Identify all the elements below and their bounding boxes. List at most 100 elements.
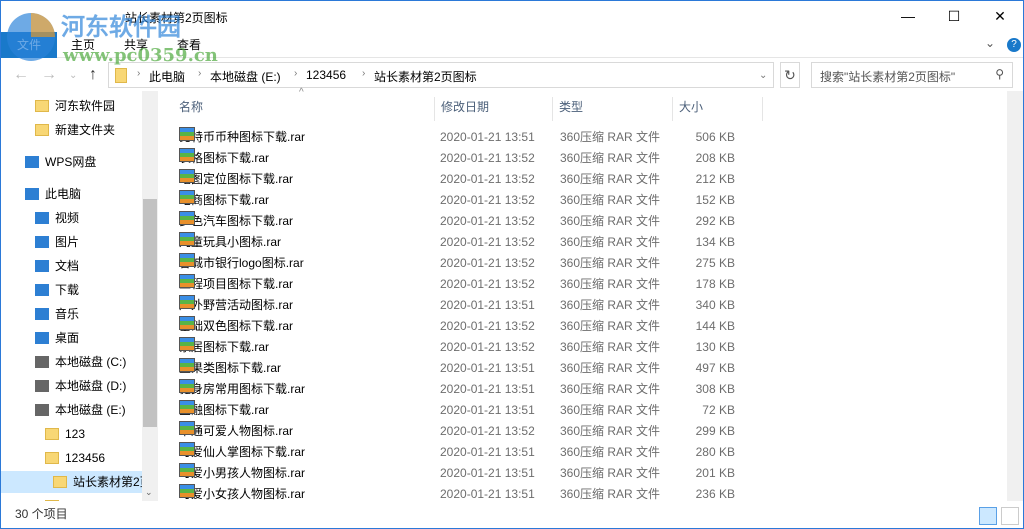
quick-access-icons[interactable] (11, 9, 111, 25)
file-row[interactable]: 家居图标下载.rar 2020-01-21 13:52 360压缩 RAR 文件 13… (175, 337, 775, 358)
address-dropdown-icon[interactable]: ⌄ (759, 70, 767, 81)
window-title: 站长素材第2页图标 (125, 11, 228, 25)
folder-icon (115, 68, 127, 83)
file-row[interactable]: 各城市银行logo图标.rar 2020-01-21 13:52 360压缩 RAR… (175, 253, 775, 274)
file-row[interactable]: 健身房常用图标下载.rar 2020-01-21 13:51 360压缩 RAR 文… (175, 379, 775, 400)
file-row[interactable]: 多色汽车图标下载.rar 2020-01-21 13:52 360压缩 RAR 文件… (175, 211, 775, 232)
file-row[interactable]: 可爱小男孩人物图标.rar 2020-01-21 13:51 360压缩 RAR 文… (175, 463, 775, 484)
file-row[interactable]: 儿童玩具小图标.rar 2020-01-21 13:52 360压缩 RAR 文件 1… (175, 232, 775, 253)
refresh-button[interactable]: ↻ (780, 62, 800, 88)
navigation-scrollbar[interactable]: ⌄ (142, 91, 158, 501)
scroll-down-icon[interactable]: ⌄ (145, 487, 153, 498)
file-row[interactable]: 卡通可爱人物图标.rar 2020-01-21 13:52 360压缩 RAR 文件… (175, 421, 775, 442)
sidebar-item[interactable]: 本地磁盘 (D:) (35, 375, 126, 397)
file-row[interactable]: 表格图标下载.rar 2020-01-21 13:52 360压缩 RAR 文件 20… (175, 148, 775, 169)
file-name-text: 比特币币种图标下载.rar (179, 130, 306, 144)
file-size: 130 KB (695, 340, 735, 354)
file-modified: 2020-01-21 13:52 (440, 256, 535, 270)
file-size: 72 KB (702, 403, 735, 417)
large-icons-view-button[interactable] (1001, 507, 1019, 525)
file-row[interactable]: 可爱小女孩人物图标.rar 2020-01-21 13:51 360压缩 RAR 文… (175, 484, 775, 505)
breadcrumb-this-pc[interactable]: 此电脑 (149, 68, 185, 85)
file-name-text: 卡通可爱人物图标.rar (179, 424, 294, 438)
rar-archive-icon (179, 337, 195, 351)
column-name[interactable]: 名称 (173, 97, 435, 121)
sidebar-item-label: 123456 (65, 451, 106, 465)
status-item-count: 30 个项目 (15, 507, 68, 521)
close-button[interactable]: ✕ (977, 1, 1023, 32)
file-list-scrollbar[interactable] (1007, 91, 1023, 501)
up-button[interactable]: ↑ (89, 66, 97, 84)
back-button[interactable]: ← (13, 66, 29, 84)
rar-archive-icon (179, 253, 195, 267)
tab-share[interactable]: 共享 (124, 36, 148, 53)
file-modified: 2020-01-21 13:51 (440, 445, 535, 459)
file-row[interactable]: 金融图标下载.rar 2020-01-21 13:51 360压缩 RAR 文件 72… (175, 400, 775, 421)
sidebar-item[interactable]: onzhong (45, 495, 111, 501)
file-row[interactable]: 可爱仙人掌图标下载.rar 2020-01-21 13:51 360压缩 RAR 文… (175, 442, 775, 463)
file-list: ^ 名称 修改日期 类型 大小 比特币币种图标下载.rar 2020-01-21 … (161, 87, 1006, 501)
sidebar-item[interactable]: 站长素材第2页图标 (1, 471, 158, 493)
maximize-button[interactable]: ☐ (931, 1, 977, 32)
file-type: 360压缩 RAR 文件 (560, 172, 661, 186)
address-bar[interactable]: › 此电脑 › 本地磁盘 (E:) › 123456 › 站长素材第2页图标 ⌄ (108, 62, 774, 88)
folder-icon (35, 100, 49, 112)
sidebar-item[interactable]: WPS网盘 (25, 151, 96, 173)
file-type: 360压缩 RAR 文件 (560, 193, 661, 207)
file-row[interactable]: 电商图标下载.rar 2020-01-21 13:52 360压缩 RAR 文件 15… (175, 190, 775, 211)
search-input[interactable]: 搜索"站长素材第2页图标" ⚲ (811, 62, 1013, 88)
sidebar-item[interactable]: 河东软件园 (35, 95, 115, 117)
recent-dropdown-icon[interactable]: ⌄ (69, 70, 77, 81)
column-size[interactable]: 大小 (673, 97, 763, 121)
file-row[interactable]: 基础双色图标下载.rar 2020-01-21 13:52 360压缩 RAR 文件… (175, 316, 775, 337)
rar-archive-icon (179, 274, 195, 288)
forward-button[interactable]: → (41, 66, 57, 84)
file-size: 178 KB (695, 277, 735, 291)
tab-file[interactable]: 文件 (1, 32, 57, 58)
sidebar-item[interactable]: 本地磁盘 (C:) (35, 351, 126, 373)
sidebar-item[interactable]: 123 (45, 423, 85, 445)
folder-icon (45, 452, 59, 464)
sidebar-item[interactable]: 下载 (35, 279, 79, 301)
sidebar-item[interactable]: 桌面 (35, 327, 79, 349)
sidebar-item[interactable]: 音乐 (35, 303, 79, 325)
file-row[interactable]: 户外野营活动图标.rar 2020-01-21 13:51 360压缩 RAR 文件… (175, 295, 775, 316)
column-modified[interactable]: 修改日期 (435, 97, 553, 121)
expand-ribbon-icon[interactable]: ⌄ (985, 36, 995, 50)
file-row[interactable]: 坚果类图标下载.rar 2020-01-21 13:51 360压缩 RAR 文件 4… (175, 358, 775, 379)
breadcrumb-drive-e[interactable]: 本地磁盘 (E:) (210, 68, 281, 85)
file-name: 可爱小女孩人物图标.rar (179, 484, 305, 505)
file-row[interactable]: 地图定位图标下载.rar 2020-01-21 13:52 360压缩 RAR 文件… (175, 169, 775, 190)
music-icon (35, 308, 49, 320)
minimize-button[interactable]: — (885, 1, 931, 32)
file-name-text: 可爱小男孩人物图标.rar (179, 466, 306, 480)
folder-icon (53, 476, 67, 488)
rar-archive-icon (179, 295, 195, 309)
rar-archive-icon (179, 127, 195, 141)
file-name: 表格图标下载.rar (179, 148, 269, 169)
file-size: 212 KB (695, 172, 735, 186)
sidebar-item[interactable]: 本地磁盘 (E:) (35, 399, 126, 421)
breadcrumb-current[interactable]: 站长素材第2页图标 (374, 68, 477, 85)
details-view-button[interactable] (979, 507, 997, 525)
sidebar-item-label: 图片 (55, 235, 80, 249)
sidebar-item[interactable]: 新建文件夹 (35, 119, 115, 141)
file-modified: 2020-01-21 13:52 (440, 151, 535, 165)
file-type: 360压缩 RAR 文件 (560, 256, 661, 270)
tab-home[interactable]: 主页 (71, 36, 95, 53)
file-name: 基础双色图标下载.rar (179, 316, 293, 337)
sidebar-item[interactable]: 图片 (35, 231, 79, 253)
file-row[interactable]: 比特币币种图标下载.rar 2020-01-21 13:51 360压缩 RAR 文… (175, 127, 775, 148)
sidebar-item[interactable]: 视频 (35, 207, 79, 229)
help-icon[interactable]: ? (1007, 38, 1021, 52)
column-type[interactable]: 类型 (553, 97, 673, 121)
breadcrumb-123456[interactable]: 123456 (306, 68, 346, 82)
file-modified: 2020-01-21 13:52 (440, 193, 535, 207)
sidebar-item[interactable]: 文档 (35, 255, 79, 277)
sidebar-item[interactable]: 123456 (45, 447, 105, 469)
rar-archive-icon (179, 442, 195, 456)
scrollbar-thumb[interactable] (143, 199, 157, 427)
tab-view[interactable]: 查看 (177, 36, 201, 53)
file-row[interactable]: 工程项目图标下载.rar 2020-01-21 13:52 360压缩 RAR 文件… (175, 274, 775, 295)
sidebar-item[interactable]: 此电脑 (25, 183, 81, 205)
